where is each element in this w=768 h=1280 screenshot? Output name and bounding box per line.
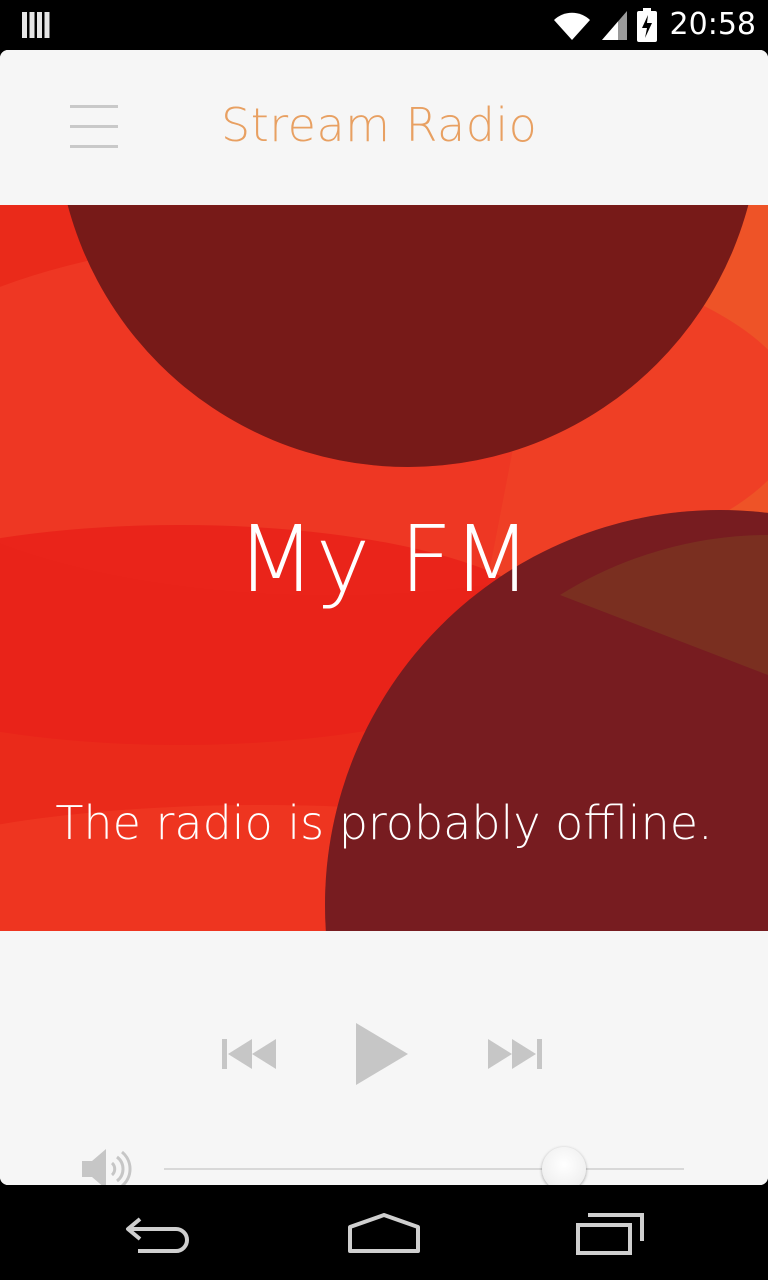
- next-button[interactable]: [486, 1037, 542, 1071]
- station-artwork: My FM The radio is probably offline.: [0, 205, 768, 931]
- station-status-text: The radio is probably offline.: [55, 796, 713, 850]
- notification-bars-icon: [22, 12, 50, 38]
- wifi-icon: [553, 12, 590, 41]
- volume-track: [164, 1168, 684, 1170]
- skip-next-icon: [488, 1039, 542, 1069]
- status-icons: 20:58: [552, 0, 756, 50]
- speaker-volume-icon[interactable]: [80, 1143, 132, 1185]
- cell-signal-icon: [601, 11, 627, 40]
- recent-apps-icon: [576, 1213, 644, 1255]
- app-header: Stream Radio: [0, 50, 768, 205]
- app-window: Stream Radio My FM The radio is probably…: [0, 50, 768, 1185]
- status-time: 20:58: [669, 7, 756, 42]
- battery-charging-icon: [636, 8, 657, 42]
- previous-button[interactable]: [222, 1037, 278, 1071]
- station-name: My FM: [236, 506, 532, 613]
- home-icon: [348, 1213, 420, 1253]
- phone-screen: 20:58 Stream Radio My FM The radio is pr…: [0, 0, 768, 1280]
- play-button[interactable]: [352, 1021, 412, 1087]
- play-icon: [356, 1023, 408, 1085]
- navigation-bar: [0, 1185, 768, 1280]
- home-button[interactable]: [346, 1211, 422, 1255]
- back-button[interactable]: [124, 1213, 196, 1253]
- menu-button[interactable]: [70, 105, 120, 151]
- volume-thumb[interactable]: [542, 1147, 587, 1185]
- app-title: Stream Radio: [221, 98, 538, 152]
- status-bar: 20:58: [0, 0, 768, 50]
- player-controls: [0, 931, 768, 1185]
- volume-slider[interactable]: [164, 1147, 684, 1185]
- recent-apps-button[interactable]: [574, 1213, 646, 1255]
- back-icon: [126, 1217, 189, 1253]
- skip-previous-icon: [222, 1039, 276, 1069]
